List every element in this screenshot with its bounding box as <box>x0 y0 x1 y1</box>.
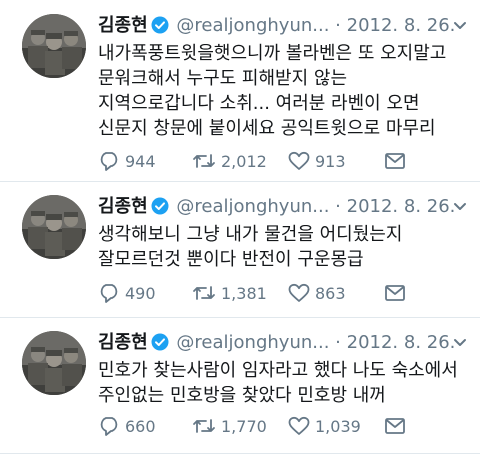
tweet-header: 김종현 @realjonghyun... · 2012. 8. 26. <box>98 14 468 38</box>
reply-icon <box>98 283 120 303</box>
heart-icon <box>288 151 310 171</box>
display-name[interactable]: 김종현 <box>98 196 148 217</box>
tweet-text-line: 내가폭풍트윗을햇으니까 볼라벤은 또 오지말고 <box>98 43 447 64</box>
display-name[interactable]: 김종현 <box>98 15 148 36</box>
tweet-divider <box>0 181 480 182</box>
message-button[interactable] <box>384 415 406 437</box>
like-count: 913 <box>315 151 346 171</box>
reply-button[interactable]: 660 <box>98 415 156 437</box>
heart-icon <box>288 283 310 303</box>
retweet-count: 1,770 <box>221 416 267 436</box>
retweet-icon <box>192 283 216 303</box>
separator-dot: · <box>335 332 341 353</box>
tweet-date[interactable]: 2012. 8. 26. <box>347 196 456 217</box>
tweet-date[interactable]: 2012. 8. 26. <box>347 15 456 36</box>
tweet[interactable]: 김종현 @realjonghyun... · 2012. 8. 26. 내가폭풍… <box>0 14 480 182</box>
tweet-text-line: 문워크해서 누구도 피해받지 않는 <box>98 68 348 89</box>
message-button[interactable] <box>384 150 406 172</box>
retweet-button[interactable]: 1,381 <box>192 282 267 304</box>
username-handle[interactable]: @realjonghyun... <box>176 15 329 36</box>
tweet-date[interactable]: 2012. 8. 26. <box>347 332 456 353</box>
retweet-icon <box>192 416 216 436</box>
reply-button[interactable]: 490 <box>98 282 156 304</box>
verified-badge-icon <box>151 197 169 222</box>
tweet[interactable]: 김종현 @realjonghyun... · 2012. 8. 26. 생각해보… <box>0 195 480 313</box>
reply-count: 660 <box>125 416 156 436</box>
heart-icon <box>288 416 310 436</box>
direct-message-icon <box>384 416 406 436</box>
retweet-icon <box>192 151 216 171</box>
username-handle[interactable]: @realjonghyun... <box>176 196 329 217</box>
direct-message-icon <box>384 283 406 303</box>
tweet-actions: 944 2,012 913 <box>98 150 418 172</box>
retweet-button[interactable]: 2,012 <box>192 150 267 172</box>
retweet-count: 2,012 <box>221 151 267 171</box>
tweet-header: 김종현 @realjonghyun... · 2012. 8. 26. <box>98 331 468 355</box>
avatar[interactable] <box>22 331 86 395</box>
like-count: 863 <box>315 283 346 303</box>
tweet-text: 생각해보니 그냥 내가 물건을 어디뒀는지 잘모르던것 뿐이다 반전이 구운몽급 <box>98 222 470 272</box>
tweet-divider <box>0 317 480 318</box>
tweet-timeline: 김종현 @realjonghyun... · 2012. 8. 26. 내가폭풍… <box>0 0 480 464</box>
tweet-text-line: 지역으로갑니다 소취... 여러분 라벤이 오면 <box>98 93 420 114</box>
tweet-header: 김종현 @realjonghyun... · 2012. 8. 26. <box>98 195 468 219</box>
tweet-actions: 660 1,770 1,039 <box>98 415 418 437</box>
retweet-button[interactable]: 1,770 <box>192 415 267 437</box>
tweet[interactable]: 김종현 @realjonghyun... · 2012. 8. 26. 민호가 … <box>0 331 480 449</box>
avatar[interactable] <box>22 195 86 259</box>
like-button[interactable]: 1,039 <box>288 415 361 437</box>
reply-count: 944 <box>125 151 156 171</box>
like-button[interactable]: 863 <box>288 282 346 304</box>
separator-dot: · <box>335 196 341 217</box>
separator-dot: · <box>335 15 341 36</box>
tweet-text-line: 주인없는 민호방을 찾았다 민호방 내꺼 <box>98 385 386 406</box>
tweet-text-line: 신문지 창문에 붙이세요 공익트윗으로 마무리 <box>98 118 436 139</box>
display-name[interactable]: 김종현 <box>98 332 148 353</box>
tweet-text: 민호가 찾는사람이 임자라고 했다 나도 숙소에서 주인없는 민호방을 찾았다 … <box>98 358 470 408</box>
tweet-text-line: 잘모르던것 뿐이다 반전이 구운몽급 <box>98 249 364 270</box>
like-count: 1,039 <box>315 416 361 436</box>
tweet-text: 내가폭풍트윗을햇으니까 볼라벤은 또 오지말고 문워크해서 누구도 피해받지 않… <box>98 41 470 141</box>
tweet-actions: 490 1,381 863 <box>98 282 418 304</box>
tweet-divider <box>0 453 480 454</box>
reply-icon <box>98 416 120 436</box>
tweet-text-line: 생각해보니 그냥 내가 물건을 어디뒀는지 <box>98 224 403 245</box>
verified-badge-icon <box>151 16 169 41</box>
retweet-count: 1,381 <box>221 283 267 303</box>
reply-count: 490 <box>125 283 156 303</box>
like-button[interactable]: 913 <box>288 150 346 172</box>
username-handle[interactable]: @realjonghyun... <box>176 332 329 353</box>
reply-icon <box>98 151 120 171</box>
verified-badge-icon <box>151 333 169 358</box>
tweet-text-line: 민호가 찾는사람이 임자라고 했다 나도 숙소에서 <box>98 360 458 381</box>
message-button[interactable] <box>384 282 406 304</box>
direct-message-icon <box>384 151 406 171</box>
avatar[interactable] <box>22 14 86 78</box>
reply-button[interactable]: 944 <box>98 150 156 172</box>
